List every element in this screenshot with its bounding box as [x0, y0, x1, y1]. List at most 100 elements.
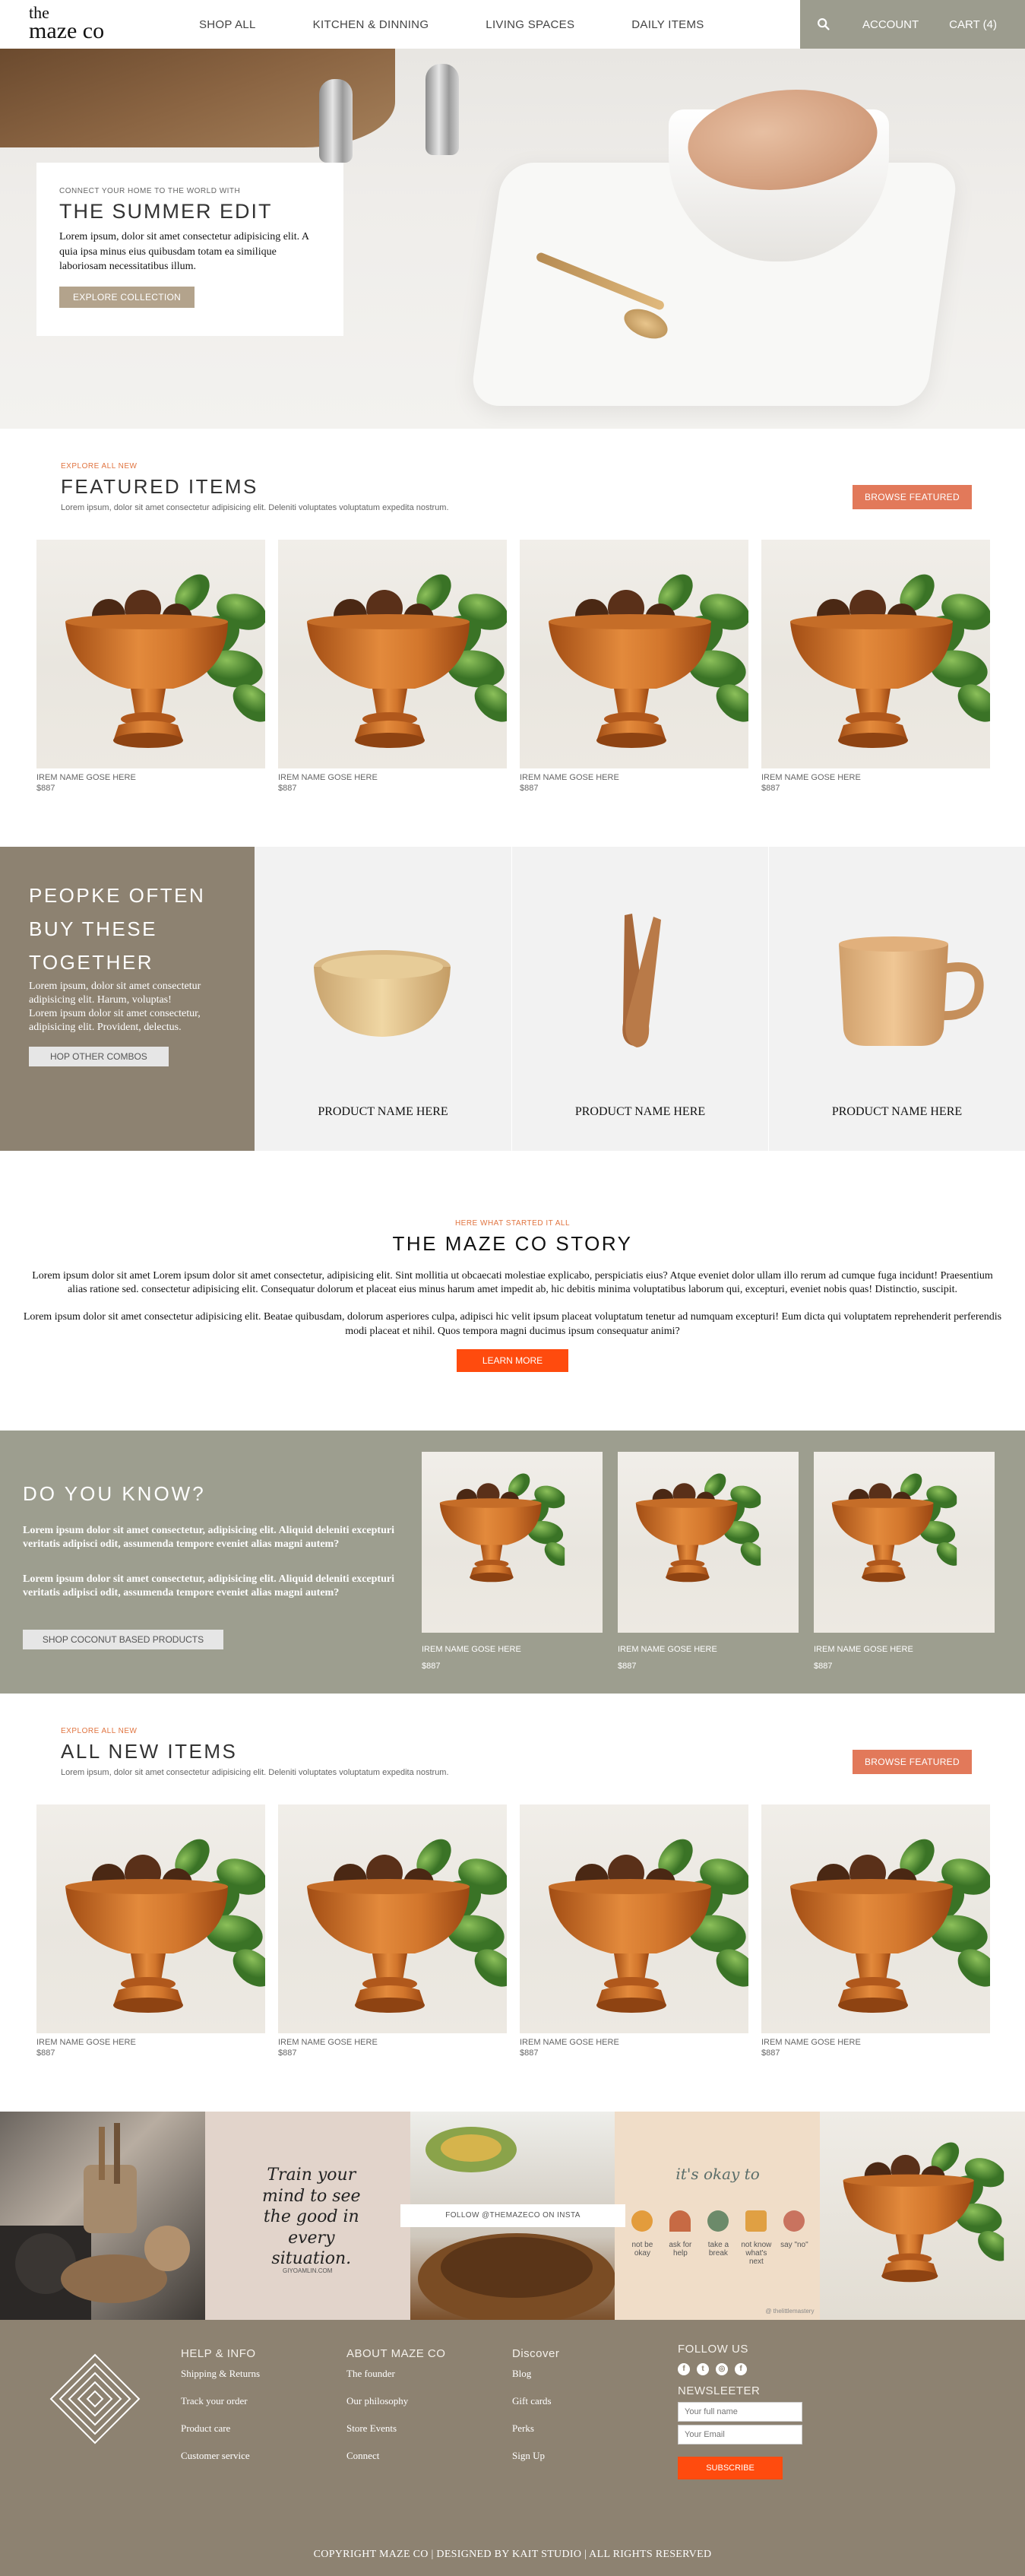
footer-link[interactable]: Shipping & Returns — [181, 2368, 260, 2380]
follow-insta-banner[interactable]: FOLLOW @THEMAZECO ON INSTA — [400, 2204, 625, 2227]
cart-link[interactable]: CART (4) — [949, 18, 997, 31]
know-paragraph: Lorem ipsum dolor sit amet consectetur, … — [23, 1573, 394, 1599]
nav-kitchen-dinning[interactable]: KITCHEN & DINNING — [313, 18, 429, 31]
product-name[interactable]: IREM NAME GOSE HERE — [278, 2038, 507, 2047]
product-card[interactable]: IREM NAME GOSE HERE $887 — [814, 1452, 995, 1671]
facebook-alt-icon[interactable]: f — [735, 2363, 747, 2375]
product-image[interactable] — [761, 1804, 990, 2033]
footer-link[interactable]: Product care — [181, 2422, 260, 2435]
brand-logo[interactable]: the maze co — [29, 5, 104, 43]
instagram-icon[interactable]: ◎ — [716, 2363, 728, 2375]
product-card[interactable]: IREM NAME GOSE HERE $887 — [278, 1804, 507, 2058]
learn-more-button[interactable]: LEARN MORE — [456, 1348, 569, 1372]
footer-link[interactable]: Connect — [346, 2450, 445, 2462]
product-name[interactable]: IREM NAME GOSE HERE — [761, 2038, 990, 2047]
combo-product-card[interactable]: PRODUCT NAME HERE — [255, 847, 511, 1151]
insta-okay-post[interactable]: it's okay to not be okay ask for help ta… — [615, 2112, 821, 2320]
wooden-mug-image[interactable] — [769, 847, 1025, 1075]
product-card[interactable]: IREM NAME GOSE HERE $887 — [278, 540, 507, 793]
product-name[interactable]: IREM NAME GOSE HERE — [814, 1645, 995, 1654]
product-image[interactable] — [422, 1452, 603, 1633]
footer-link[interactable]: The founder — [346, 2368, 445, 2380]
browse-new-button[interactable]: BROWSE FEATURED — [853, 1750, 972, 1774]
product-card[interactable]: IREM NAME GOSE HERE $887 — [36, 540, 265, 793]
featured-title: FEATURED ITEMS — [61, 475, 258, 498]
search-icon[interactable] — [815, 16, 832, 33]
browse-featured-button[interactable]: BROWSE FEATURED — [853, 485, 972, 509]
twitter-icon[interactable]: t — [697, 2363, 709, 2375]
product-image[interactable] — [761, 540, 990, 768]
story-title: THE MAZE CO STORY — [392, 1232, 633, 1255]
newsletter-name-field[interactable] — [678, 2402, 802, 2422]
facebook-icon[interactable]: f — [678, 2363, 690, 2375]
newsletter-email-field[interactable] — [678, 2425, 802, 2445]
product-card[interactable]: IREM NAME GOSE HERE $887 — [36, 1804, 265, 2058]
okay-credit: @ thelittlemastery — [765, 2308, 815, 2315]
wooden-bowl-image[interactable] — [255, 847, 511, 1075]
insta-okay-title: it's okay to — [675, 2165, 760, 2183]
combo-product-name[interactable]: PRODUCT NAME HERE — [769, 1105, 1025, 1119]
okay-item: not be okay — [631, 2241, 653, 2258]
product-name[interactable]: IREM NAME GOSE HERE — [278, 773, 507, 782]
product-image[interactable] — [814, 1452, 995, 1633]
footer-link[interactable]: Track your order — [181, 2395, 260, 2407]
product-card[interactable]: IREM NAME GOSE HERE $887 — [520, 540, 748, 793]
title-line: TOGETHER — [29, 951, 153, 974]
product-image[interactable] — [278, 1804, 507, 2033]
product-name[interactable]: IREM NAME GOSE HERE — [618, 1645, 799, 1654]
combo-product-name[interactable]: PRODUCT NAME HERE — [255, 1105, 511, 1119]
product-name[interactable]: IREM NAME GOSE HERE — [36, 2038, 265, 2047]
account-link[interactable]: ACCOUNT — [862, 18, 919, 31]
nav-shop-all[interactable]: SHOP ALL — [199, 18, 256, 31]
footer-link[interactable]: Store Events — [346, 2422, 445, 2435]
insta-quote-post[interactable]: Train your mind to see the good in every… — [204, 2112, 410, 2320]
footer-link[interactable]: Gift cards — [512, 2395, 559, 2407]
product-image[interactable] — [520, 1804, 748, 2033]
pedestal-bowl-image — [790, 1839, 990, 2013]
insta-photo-vase[interactable] — [820, 2112, 1025, 2320]
combo-product-card[interactable]: PRODUCT NAME HERE — [768, 847, 1025, 1151]
hero-title: THE SUMMER EDIT — [59, 200, 273, 223]
product-price: $887 — [520, 2048, 539, 2058]
product-image[interactable] — [618, 1452, 799, 1633]
product-price: $887 — [278, 2048, 297, 2058]
footer-link[interactable]: Our philosophy — [346, 2395, 445, 2407]
salad-servers-image[interactable] — [512, 847, 769, 1075]
pedestal-bowl-image — [65, 574, 265, 748]
footer-link[interactable]: Sign Up — [512, 2450, 559, 2462]
insta-quote-text: Train your mind to see the good in every… — [262, 2166, 361, 2268]
product-card[interactable]: IREM NAME GOSE HERE $887 — [761, 1804, 990, 2058]
product-name[interactable]: IREM NAME GOSE HERE — [761, 773, 990, 782]
subscribe-button[interactable]: SUBSCRIBE — [678, 2457, 783, 2479]
product-image[interactable] — [36, 540, 265, 768]
product-card[interactable]: IREM NAME GOSE HERE $887 — [520, 1804, 748, 2058]
product-name[interactable]: IREM NAME GOSE HERE — [520, 2038, 748, 2047]
product-name[interactable]: IREM NAME GOSE HERE — [422, 1645, 603, 1654]
nav-daily-items[interactable]: DAILY ITEMS — [631, 18, 704, 31]
hero-card: CONNECT YOUR HOME TO THE WORLD WITH THE … — [36, 163, 343, 336]
product-card[interactable]: IREM NAME GOSE HERE $887 — [761, 540, 990, 793]
product-image[interactable] — [278, 540, 507, 768]
product-image[interactable] — [520, 540, 748, 768]
pedestal-bowl-image — [439, 1473, 565, 1583]
product-card[interactable]: IREM NAME GOSE HERE $887 — [422, 1452, 603, 1671]
shop-combos-button[interactable]: HOP OTHER COMBOS — [29, 1047, 169, 1067]
site-header: the maze co SHOP ALL KITCHEN & DINNING L… — [0, 0, 1025, 49]
footer-link[interactable]: Blog — [512, 2368, 559, 2380]
combo-product-card[interactable]: PRODUCT NAME HERE — [511, 847, 768, 1151]
product-name[interactable]: IREM NAME GOSE HERE — [520, 773, 748, 782]
product-image[interactable] — [36, 1804, 265, 2033]
product-name[interactable]: IREM NAME GOSE HERE — [36, 773, 265, 782]
footer-link[interactable]: Customer service — [181, 2450, 260, 2462]
footer-link[interactable]: Perks — [512, 2422, 559, 2435]
site-footer: HELP & INFO Shipping & Returns Track you… — [0, 2320, 1025, 2576]
nav-living-spaces[interactable]: LIVING SPACES — [486, 18, 574, 31]
brand-diamond-logo-icon[interactable] — [49, 2353, 141, 2445]
combo-product-name[interactable]: PRODUCT NAME HERE — [512, 1105, 768, 1119]
shop-coconut-products-button[interactable]: SHOP COCONUT BASED PRODUCTS — [23, 1630, 223, 1649]
product-card[interactable]: IREM NAME GOSE HERE $887 — [618, 1452, 799, 1671]
insta-photo-utensils[interactable] — [0, 2112, 205, 2320]
title-line: BUY THESE — [29, 917, 157, 941]
explore-collection-button[interactable]: EXPLORE COLLECTION — [59, 286, 195, 308]
footer-col-title: HELP & INFO — [181, 2347, 256, 2360]
